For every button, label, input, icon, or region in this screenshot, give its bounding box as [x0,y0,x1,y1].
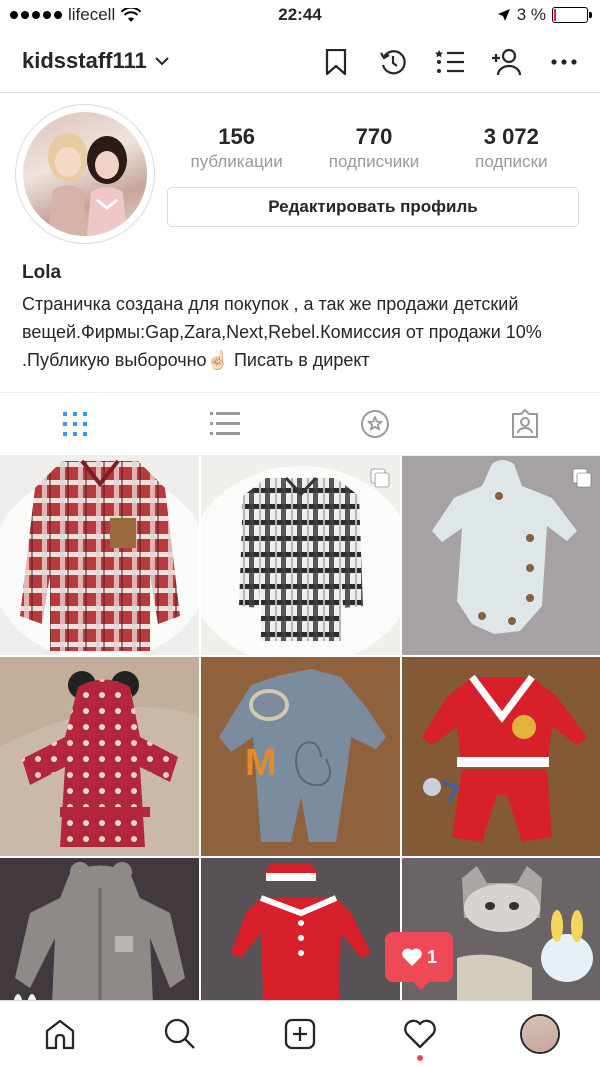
profile-name: Lola [22,262,62,283]
home-icon [45,1019,75,1050]
stat-followers[interactable]: 770 подписчики [305,124,442,172]
profile-bio: Lola Страничка создана для покупок , а т… [22,262,582,374]
star-list-icon [435,50,464,73]
nav-home[interactable] [0,1001,120,1067]
location-arrow-icon [497,9,510,21]
post-thumbnail[interactable]: M [201,657,400,856]
post-thumbnail[interactable] [402,456,600,655]
discover-people-button[interactable] [491,46,523,78]
history-icon [380,50,406,75]
bottom-navigation [0,1000,600,1067]
multiple-photos-icon [370,468,390,488]
activity-indicator-dot [417,1055,423,1061]
nav-activity[interactable] [360,1001,480,1067]
list-icon [210,412,240,435]
multiple-photos-icon [572,468,592,488]
profile-tabs [0,392,600,456]
battery-icon [552,7,592,23]
bio-text: Страничка создана для покупок , а так же… [22,294,542,370]
tab-saved[interactable] [300,393,450,455]
nav-search[interactable] [120,1001,240,1067]
posts-count: 156 [218,124,256,149]
more-icon [551,59,577,65]
tab-grid[interactable] [0,393,150,455]
profile-stats: 156 публикации 770 подписчики 3 072 подп… [168,124,580,172]
search-icon [164,1018,195,1049]
grid-icon [63,412,87,436]
add-user-icon [492,48,522,76]
activity-notification[interactable]: 1 [385,932,453,990]
post-grid: M [0,456,600,1057]
tab-list[interactable] [150,393,300,455]
edit-profile-button[interactable]: Редактировать профиль [167,187,579,227]
status-bar: lifecell 22:44 3 % [0,0,600,32]
followers-label: подписчики [328,152,420,171]
post-thumbnail[interactable] [402,657,600,856]
tab-tagged[interactable] [450,393,600,455]
chevron-down-icon [155,57,169,66]
heart-icon [402,948,422,966]
profile-header: kidsstaff111 [0,32,600,93]
profile-avatar[interactable] [15,104,155,244]
likes-count: 1 [426,946,437,967]
nav-new-post[interactable] [240,1001,360,1067]
tagged-user-icon [512,409,538,438]
post-thumbnail[interactable] [0,657,199,856]
post-thumbnail[interactable] [0,456,199,655]
following-label: подписки [475,152,548,171]
username: kidsstaff111 [22,48,147,73]
followers-count: 770 [355,124,393,149]
plus-square-icon [284,1018,316,1050]
following-count: 3 072 [483,124,539,149]
avatar-image [23,112,147,236]
account-switcher[interactable]: kidsstaff111 [22,48,169,74]
archive-button[interactable] [377,46,409,78]
bookmark-icon [325,49,347,75]
post-thumbnail[interactable] [201,456,400,655]
stat-posts[interactable]: 156 публикации [168,124,305,172]
profile-avatar-small [520,1014,560,1054]
svg-text:M: M [245,742,277,784]
close-friends-list-button[interactable] [434,46,466,78]
battery-percent: 3 % [516,5,546,24]
options-button[interactable] [548,46,580,78]
heart-outline-icon [404,1019,436,1049]
stat-following[interactable]: 3 072 подписки [443,124,580,172]
saved-bookmark-button[interactable] [320,46,352,78]
nav-profile[interactable] [480,1001,600,1067]
star-circle-icon [361,410,389,438]
posts-label: публикации [190,152,283,171]
